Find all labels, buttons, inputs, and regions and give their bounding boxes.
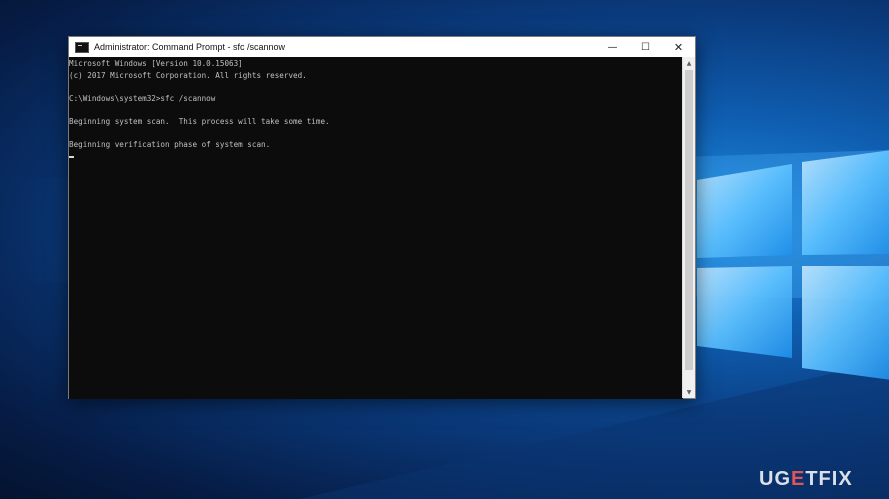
scroll-down-icon[interactable]: ▼ <box>683 386 695 398</box>
minimize-button[interactable]: — <box>596 37 629 57</box>
close-button[interactable]: ✕ <box>662 37 695 57</box>
title-bar[interactable]: Administrator: Command Prompt - sfc /sca… <box>69 37 695 57</box>
watermark-logo: UGETFIX <box>759 468 853 491</box>
watermark-suffix: TFIX <box>805 468 853 490</box>
watermark-accent: E <box>791 468 806 490</box>
text-cursor <box>69 156 74 158</box>
window-title: Administrator: Command Prompt - sfc /sca… <box>94 42 286 52</box>
console-output[interactable]: Microsoft Windows [Version 10.0.15063] (… <box>69 57 683 399</box>
console-line: (c) 2017 Microsoft Corporation. All righ… <box>69 70 307 80</box>
console-line: Beginning verification phase of system s… <box>69 139 271 149</box>
cmd-icon <box>75 41 89 53</box>
vertical-scrollbar[interactable]: ▲ ▼ <box>682 57 695 398</box>
console-line: C:\Windows\system32>sfc /scannow <box>69 93 216 103</box>
watermark-prefix: UG <box>759 468 791 490</box>
scroll-thumb[interactable] <box>685 70 693 370</box>
scroll-up-icon[interactable]: ▲ <box>683 57 695 69</box>
windows-logo <box>697 150 889 380</box>
maximize-button[interactable]: ☐ <box>629 37 662 57</box>
window-controls: — ☐ ✕ <box>596 37 695 57</box>
console-line: Beginning system scan. This process will… <box>69 116 330 126</box>
command-prompt-window[interactable]: Administrator: Command Prompt - sfc /sca… <box>68 36 696 399</box>
console-line: Microsoft Windows [Version 10.0.15063] <box>69 59 243 68</box>
